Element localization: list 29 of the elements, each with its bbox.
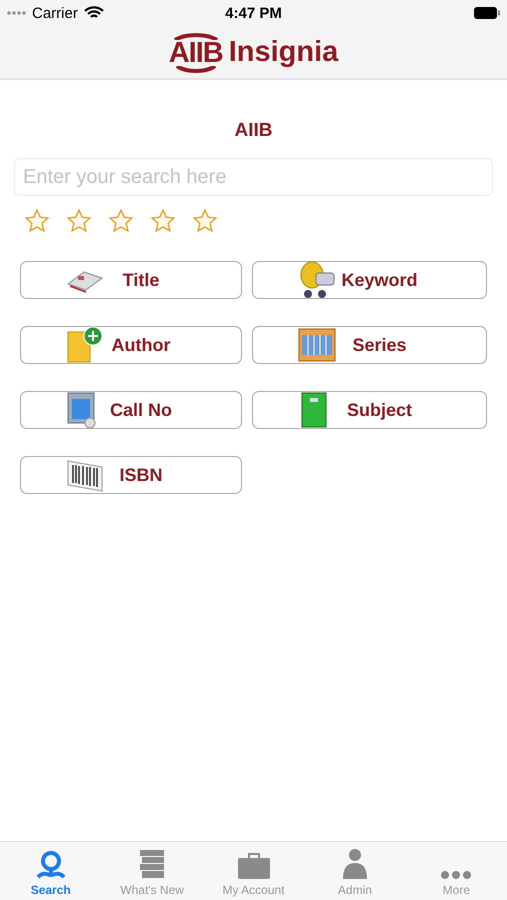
search-type-button[interactable]: Author: [20, 326, 242, 364]
carrier-label: Carrier: [32, 4, 78, 22]
logo-mark: AIIB: [168, 40, 223, 66]
logo-arc-drawing: [174, 66, 218, 72]
signal-icon: [6, 10, 28, 16]
star-icon[interactable]: [192, 208, 218, 234]
star-icon[interactable]: [108, 208, 134, 234]
more-icon: [440, 870, 472, 880]
search-type-button[interactable]: ISBN: [20, 456, 242, 494]
clipboard-add-icon: [66, 326, 104, 364]
logo-text: Insignia: [228, 36, 338, 68]
battery-icon: [473, 6, 501, 20]
tab-bar-item[interactable]: Search: [0, 842, 102, 900]
bookshelf-icon: [298, 328, 336, 362]
search-type-button[interactable]: Subject: [252, 391, 487, 429]
search-icon: [34, 850, 67, 880]
logo-arc-drawing: [172, 32, 220, 40]
search-type-button[interactable]: Keyword: [252, 261, 487, 299]
star-icon[interactable]: [150, 208, 176, 234]
library-heading: AIIB: [234, 120, 274, 142]
search-field[interactable]: Enter your search here: [14, 158, 493, 196]
wifi-icon: [84, 6, 104, 20]
star-icon[interactable]: [24, 208, 50, 234]
search-type-button[interactable]: Call No: [20, 391, 242, 429]
search-type-button[interactable]: Series: [252, 326, 487, 364]
status-time: 4:47 PM: [225, 4, 282, 22]
search-type-button[interactable]: Title: [20, 261, 242, 299]
star-icon[interactable]: [66, 208, 92, 234]
briefcase-icon: [236, 852, 271, 880]
